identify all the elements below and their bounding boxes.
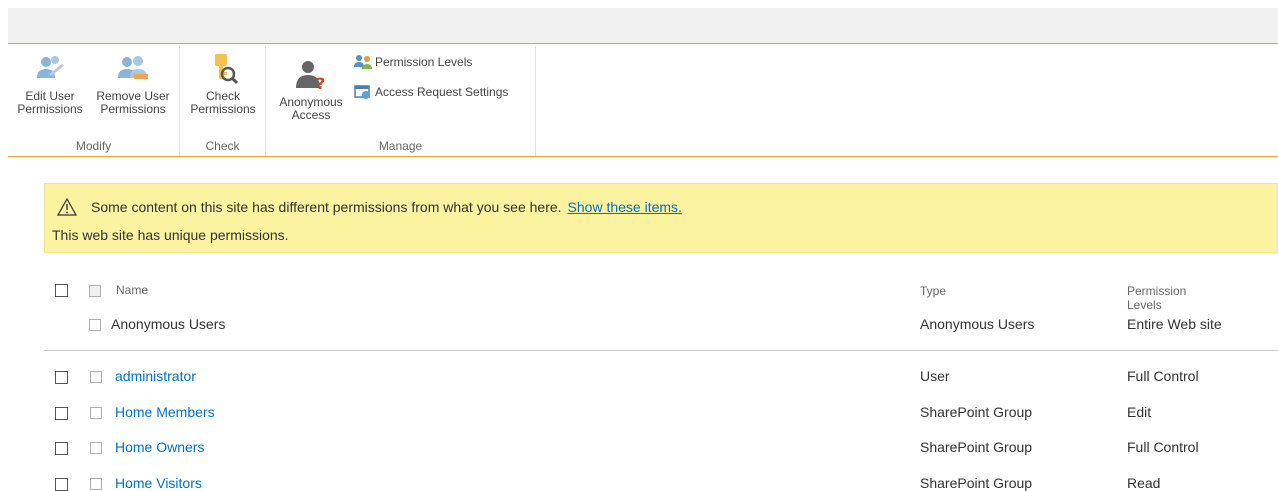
row-item-checkbox[interactable] xyxy=(90,478,102,490)
warning-icon xyxy=(57,198,77,216)
row-item-checkbox[interactable] xyxy=(90,407,102,419)
suite-top-bar xyxy=(8,8,1278,43)
table-row-type: SharePoint Group xyxy=(920,439,1033,455)
table-row-type: SharePoint Group xyxy=(920,475,1033,491)
anonymous-access-label-2: Access xyxy=(291,108,331,122)
row-checkbox[interactable] xyxy=(55,371,68,384)
row-checkbox[interactable] xyxy=(55,442,68,455)
table-row-level: Read xyxy=(1127,475,1161,491)
column-header-permission-levels[interactable]: Permission Levels xyxy=(1127,284,1186,312)
table-row-level: Full Control xyxy=(1127,368,1199,384)
select-all-secondary-checkbox[interactable] xyxy=(89,285,101,297)
show-these-items-link[interactable]: Show these items. xyxy=(568,199,682,215)
anonymous-row-checkbox[interactable] xyxy=(89,319,101,331)
manage-group-label: Manage xyxy=(378,139,423,153)
key-magnifier-icon xyxy=(215,54,239,85)
check-group-label: Check xyxy=(205,139,240,153)
check-permissions-label-2: Permissions xyxy=(190,102,256,116)
select-all-checkbox[interactable] xyxy=(55,284,68,297)
check-permissions-button[interactable]: Check Permissions xyxy=(184,52,262,116)
permission-levels-icon xyxy=(354,55,372,69)
row-item-checkbox[interactable] xyxy=(90,371,102,383)
table-row-type: SharePoint Group xyxy=(920,404,1033,420)
anonymous-row-type: Anonymous Users xyxy=(920,316,1035,332)
svg-text:?: ? xyxy=(316,74,325,92)
ribbon-group-modify: Edit User Permissions Remove User Permis… xyxy=(8,46,180,156)
table-row-name-link[interactable]: Home Visitors xyxy=(115,475,202,491)
table-row-level: Full Control xyxy=(1127,439,1199,455)
permission-levels-button[interactable]: Permission Levels xyxy=(354,54,472,70)
row-checkbox[interactable] xyxy=(55,407,68,420)
access-request-settings-button[interactable]: Access Request Settings xyxy=(354,84,508,100)
table-row-type: User xyxy=(920,368,950,384)
row-checkbox[interactable] xyxy=(55,478,68,491)
column-header-type[interactable]: Type xyxy=(920,284,946,298)
edit-user-permissions-label-2: Permissions xyxy=(17,102,83,116)
edit-users-icon xyxy=(37,56,64,78)
ribbon-group-manage: ? Anonymous Access Permission Levels Acc… xyxy=(266,46,536,156)
anonymous-row-name: Anonymous Users xyxy=(111,316,226,332)
anonymous-user-icon: ? xyxy=(296,61,325,92)
unique-permissions-text: This web site has unique permissions. xyxy=(52,227,289,243)
permissions-warning-banner: Some content on this site has different … xyxy=(44,183,1278,253)
warning-message-text: Some content on this site has different … xyxy=(91,199,562,215)
table-row-level: Edit xyxy=(1127,404,1152,420)
permission-levels-label: Permission Levels xyxy=(375,55,473,69)
access-request-icon xyxy=(354,85,370,99)
table-row-name-link[interactable]: administrator xyxy=(115,368,196,384)
edit-user-permissions-button[interactable]: Edit User Permissions xyxy=(10,52,90,116)
modify-group-label: Modify xyxy=(75,139,112,153)
anonymous-row-level: Entire Web site xyxy=(1127,316,1222,332)
column-header-name[interactable]: Name xyxy=(116,283,148,297)
ribbon: Edit User Permissions Remove User Permis… xyxy=(8,43,1278,157)
table-row-name-link[interactable]: Home Members xyxy=(115,404,215,420)
warning-message-line: Some content on this site has different … xyxy=(57,198,682,216)
ribbon-group-check: Check Permissions Check xyxy=(180,46,266,156)
access-request-settings-label: Access Request Settings xyxy=(375,85,509,99)
anonymous-access-button[interactable]: ? Anonymous Access xyxy=(272,52,350,122)
table-row-name-link[interactable]: Home Owners xyxy=(115,439,204,455)
table-separator xyxy=(44,350,1278,351)
remove-user-permissions-button[interactable]: Remove User Permissions xyxy=(90,52,176,116)
remove-users-icon xyxy=(118,56,148,79)
row-item-checkbox[interactable] xyxy=(90,442,102,454)
remove-user-permissions-label-2: Permissions xyxy=(100,102,166,116)
